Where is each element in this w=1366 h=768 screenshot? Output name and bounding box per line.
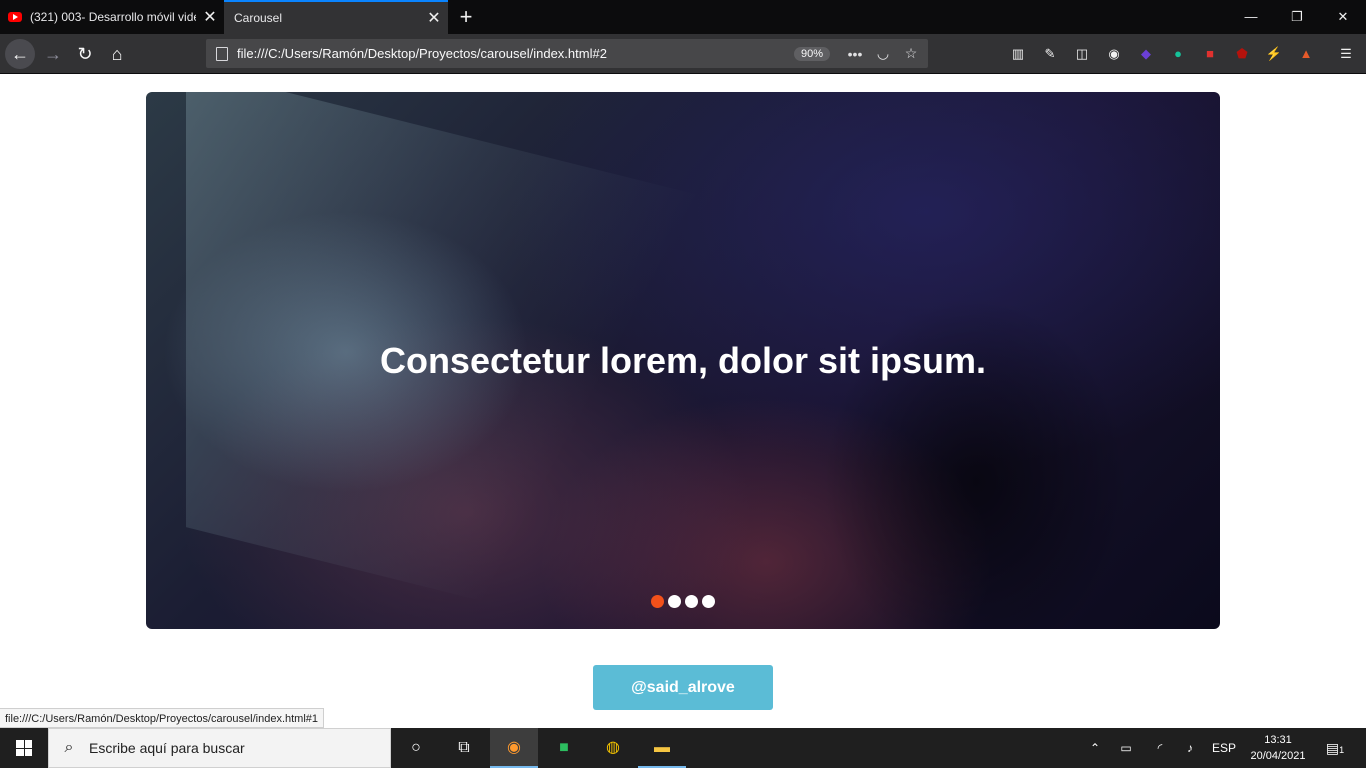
carousel-dot[interactable] bbox=[702, 595, 715, 608]
system-clock[interactable]: 13:31 20/04/2021 bbox=[1240, 732, 1316, 764]
reload-button[interactable]: ↻ bbox=[70, 39, 100, 69]
page-icon bbox=[216, 46, 228, 61]
taskbar-search-box[interactable]: ⌕ Escribe aquí para buscar bbox=[48, 728, 391, 768]
page-content: Consectetur lorem, dolor sit ipsum. @sai… bbox=[0, 74, 1366, 728]
menu-icon[interactable]: ☰ bbox=[1336, 44, 1356, 64]
zoom-level[interactable]: 90% bbox=[793, 46, 830, 61]
carousel-dot[interactable] bbox=[668, 595, 681, 608]
youtube-icon bbox=[8, 12, 22, 22]
home-button[interactable]: ⌂ bbox=[102, 39, 132, 69]
handle-button[interactable]: @said_alrove bbox=[593, 665, 773, 710]
grammarly-icon[interactable]: ● bbox=[1168, 44, 1188, 64]
extension-icon[interactable]: ■ bbox=[1200, 44, 1220, 64]
ublock-icon[interactable]: ⬟ bbox=[1232, 44, 1252, 64]
show-hidden-icons-icon[interactable]: ⌃ bbox=[1084, 728, 1106, 768]
chrome-icon[interactable]: ◍ bbox=[589, 728, 637, 768]
carousel-dot[interactable] bbox=[685, 595, 698, 608]
file-explorer-icon[interactable]: ▬ bbox=[638, 728, 686, 768]
back-button[interactable]: ← bbox=[5, 39, 35, 69]
firefox-icon[interactable]: ◉ bbox=[490, 728, 538, 768]
taskbar: ⌕ Escribe aquí para buscar ○ ⧉ ◉ ■ ◍ ▬ ⌃… bbox=[0, 728, 1366, 768]
close-tab-icon[interactable]: ✕ bbox=[196, 7, 224, 27]
navigation-toolbar: ← → ↻ ⌂ file:///C:/Users/Ramón/Desktop/P… bbox=[0, 34, 1366, 74]
url-text[interactable]: file:///C:/Users/Ramón/Desktop/Proyectos… bbox=[237, 46, 794, 61]
carousel: Consectetur lorem, dolor sit ipsum. bbox=[146, 92, 1220, 629]
library-icon[interactable]: ▥ bbox=[1008, 44, 1028, 64]
status-link-preview: file:///C:/Users/Ramón/Desktop/Proyectos… bbox=[0, 708, 325, 728]
volume-icon[interactable]: ♪ bbox=[1178, 728, 1202, 768]
carousel-title: Consectetur lorem, dolor sit ipsum. bbox=[379, 340, 987, 381]
tab-bar: (321) 003- Desarrollo móvil vide ✕ Carou… bbox=[0, 0, 1366, 34]
minimize-button[interactable]: — bbox=[1228, 0, 1274, 34]
notification-center-icon[interactable]: ▤1 bbox=[1320, 728, 1350, 768]
extension-icon[interactable]: ◆ bbox=[1136, 44, 1156, 64]
wrench-icon[interactable]: ✎ bbox=[1040, 44, 1060, 64]
carousel-image-figure bbox=[786, 252, 1166, 629]
windows-icon bbox=[16, 740, 32, 756]
start-button[interactable] bbox=[0, 728, 48, 768]
clock-date: 20/04/2021 bbox=[1250, 750, 1306, 762]
pocket-icon[interactable]: ◡ bbox=[872, 45, 894, 62]
extension-icon[interactable]: ⚡ bbox=[1264, 44, 1284, 64]
battery-icon[interactable]: ▭ bbox=[1114, 728, 1138, 768]
bookmark-star-icon[interactable]: ☆ bbox=[900, 45, 922, 62]
notification-count: 1 bbox=[1339, 745, 1345, 755]
address-bar[interactable]: file:///C:/Users/Ramón/Desktop/Proyectos… bbox=[206, 39, 928, 68]
wifi-icon[interactable]: ◜ bbox=[1148, 728, 1172, 768]
search-icon: ⌕ bbox=[64, 739, 74, 756]
tab-title: Carousel bbox=[234, 11, 283, 25]
search-placeholder: Escribe aquí para buscar bbox=[89, 740, 245, 756]
close-tab-icon[interactable]: ✕ bbox=[420, 8, 448, 28]
language-indicator[interactable]: ESP bbox=[1208, 728, 1240, 768]
sidebar-icon[interactable]: ◫ bbox=[1072, 44, 1092, 64]
page-actions-icon[interactable]: ••• bbox=[844, 46, 866, 62]
tab-title: (321) 003- Desarrollo móvil vide bbox=[30, 10, 196, 24]
new-tab-button[interactable]: + bbox=[452, 4, 480, 30]
carousel-dot[interactable] bbox=[651, 595, 664, 608]
task-view-icon[interactable]: ⧉ bbox=[440, 728, 488, 768]
extension-icon[interactable]: ▲ bbox=[1296, 44, 1316, 64]
extension-icon[interactable]: ◉ bbox=[1104, 44, 1124, 64]
tab-youtube[interactable]: (321) 003- Desarrollo móvil vide ✕ bbox=[0, 0, 224, 34]
carousel-indicators bbox=[146, 595, 1220, 608]
clock-time: 13:31 bbox=[1264, 734, 1292, 746]
restore-button[interactable]: ❐ bbox=[1274, 0, 1320, 34]
evernote-icon[interactable]: ■ bbox=[540, 728, 588, 768]
forward-button[interactable]: → bbox=[38, 39, 68, 69]
close-window-button[interactable]: ✕ bbox=[1320, 0, 1366, 34]
cortana-icon[interactable]: ○ bbox=[392, 728, 440, 768]
tab-carousel[interactable]: Carousel ✕ bbox=[224, 0, 448, 34]
